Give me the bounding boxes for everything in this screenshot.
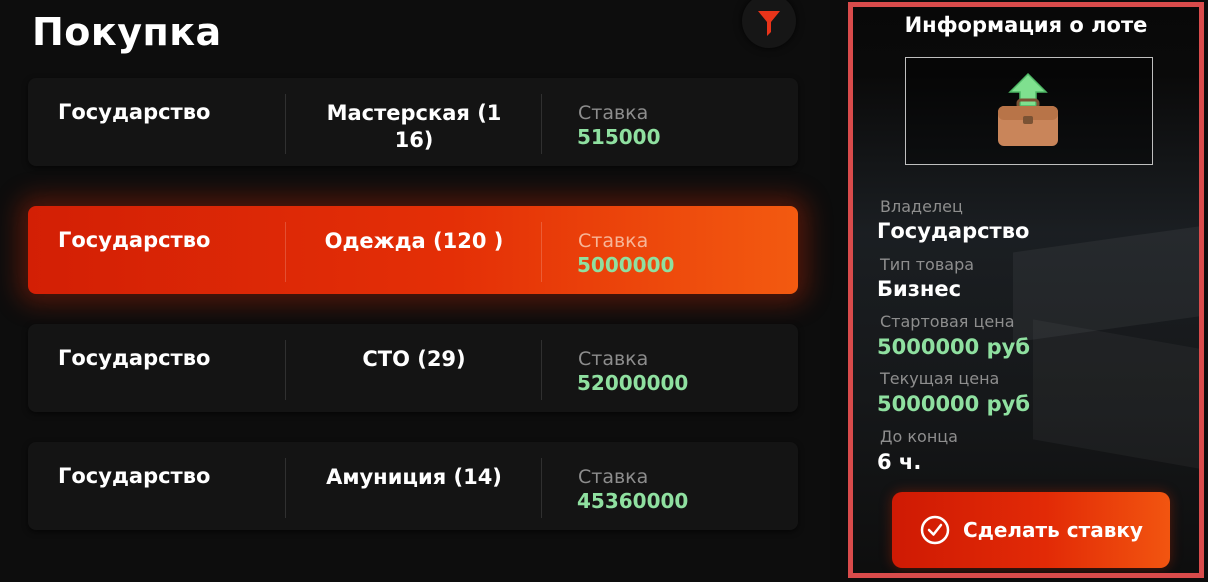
divider [285,340,286,400]
lot-row-selected[interactable]: Государство Одежда (120 ) Ставка 5000000 [28,206,798,294]
divider [285,222,286,282]
page-title: Покупка [32,10,222,54]
time-left-value: 6 ч. [877,450,922,474]
filter-icon [758,11,780,36]
divider [285,458,286,518]
check-circle-icon [920,515,950,545]
lot-item-name: Мастерская (116) [326,101,502,152]
bid-label: Ставка [578,466,649,488]
start-price-label: Стартовая цена [880,312,1015,331]
divider [285,94,286,154]
divider [541,340,542,400]
type-label: Тип товара [880,255,975,274]
current-price-label: Текущая цена [880,369,1000,388]
bid-value: 5000000 [577,253,675,277]
lot-item-name: Одежда (120 ) [324,229,504,253]
background-decoration [1033,319,1199,475]
lot-image-frame [905,57,1153,165]
auction-screen: Покупка Государство Мастерская (116) Ста… [0,0,1208,582]
lot-info-title: Информация о лоте [904,13,1148,37]
filter-button[interactable] [742,0,796,48]
briefcase-upgrade-icon [998,72,1058,146]
divider [541,458,542,518]
type-value: Бизнес [877,277,962,301]
lot-info-panel: Информация о лоте Владелец Государство Т… [848,2,1204,578]
owner-value: Государство [877,219,1030,243]
start-price-value: 5000000 руб [877,335,1030,359]
lot-row[interactable]: Государство СТО (29) Ставка 52000000 [28,324,798,412]
bid-label: Ставка [578,230,649,252]
bid-label: Ставка [578,102,649,124]
lot-item-name: Амуниция (14) [326,465,502,489]
lot-row[interactable]: Государство Мастерская (116) Ставка 5150… [28,78,798,166]
lot-row[interactable]: Государство Амуниция (14) Ставка 4536000… [28,442,798,530]
lot-owner: Государство [58,100,211,124]
bid-value: 45360000 [577,489,689,513]
bid-label: Ставка [578,348,649,370]
lot-item-name: СТО (29) [362,347,466,371]
place-bid-button-label: Сделать ставку [963,518,1143,542]
bid-value: 515000 [577,125,661,149]
lot-list-area: Покупка Государство Мастерская (116) Ста… [0,0,830,582]
lot-owner: Государство [58,464,211,488]
lot-owner: Государство [58,228,211,252]
bid-value: 52000000 [577,371,689,395]
time-left-label: До конца [880,427,958,446]
place-bid-button[interactable]: Сделать ставку [892,492,1170,568]
divider [541,94,542,154]
owner-label: Владелец [880,197,963,216]
divider [541,222,542,282]
current-price-value: 5000000 руб [877,392,1030,416]
lot-owner: Государство [58,346,211,370]
